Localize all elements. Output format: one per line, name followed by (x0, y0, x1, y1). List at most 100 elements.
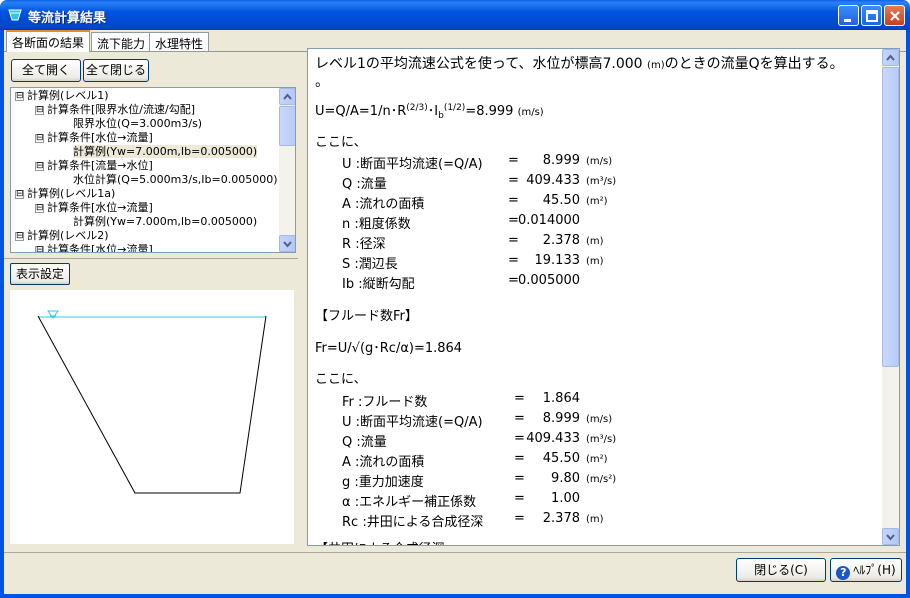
var-symbol: g (342, 475, 351, 490)
channel-section-outline (37, 315, 267, 494)
tree-item[interactable]: 水位計算(Q=5.000m3/s,Ib=0.005000) (73, 173, 278, 187)
var-value: 0.014000 (518, 213, 581, 228)
scroll-thumb[interactable] (279, 106, 295, 146)
collapse-icon[interactable]: ⊟ (15, 91, 24, 101)
scroll-down-button[interactable] (279, 235, 295, 252)
tree-item-label: 計算例(Yw=7.000m,Ib=0.005000) (73, 145, 258, 158)
collapse-icon[interactable]: ⊟ (15, 189, 24, 199)
var-value: 45.50 (542, 193, 580, 208)
tree-item[interactable]: ⊟ 計算条件[水位→流量] (35, 131, 153, 145)
tab-section-results[interactable]: 各断面の結果 (6, 30, 91, 52)
scroll-down-button[interactable] (882, 528, 899, 545)
variable-row: Ib :縦断勾配 (342, 273, 415, 292)
var-value: 0.005000 (518, 273, 581, 288)
tab-label: 水理特性 (155, 37, 204, 51)
collapse-icon[interactable]: ⊟ (35, 203, 44, 213)
var-value: 1.00 (551, 491, 580, 506)
variable-row: Q :流量 (342, 173, 387, 192)
froude-heading: 【フルード数Fr】 (315, 309, 418, 324)
close-button[interactable]: 閉じる(C) (736, 558, 826, 582)
tree-item-label: 計算条件[水位→流量] (47, 243, 153, 253)
chevron-up-icon (886, 54, 895, 61)
intro-text: レベル1の平均流速公式を使って、水位が標高7.000 (315, 56, 643, 72)
tree-item[interactable]: ⊟ 計算条件[水位→流量] (35, 243, 153, 253)
collapse-icon[interactable]: ⊟ (35, 245, 44, 252)
var-symbol: U (342, 415, 352, 430)
var-symbol: R (342, 237, 352, 252)
var-symbol: Q (342, 177, 353, 192)
tree-scrollbar[interactable] (279, 88, 295, 252)
var-symbol: A (342, 197, 351, 212)
intro-unit: (m) (647, 60, 665, 71)
tree-item-label: 計算例(レベル1) (27, 89, 109, 102)
help-icon: ? (836, 566, 851, 580)
collapse-all-label: 全て閉じる (85, 63, 146, 77)
tree-item[interactable]: ⊟ 計算条件[水位→流量] (35, 201, 153, 215)
tree-item[interactable]: ⊟ 計算条件[限界水位/流速/勾配] (35, 103, 195, 117)
report-scrollbar[interactable] (882, 49, 899, 545)
var-value: 2.378 (542, 511, 580, 526)
report-intro-continuation: 。 (315, 74, 329, 90)
help-button[interactable]: ? ﾍﾙﾌﾟ(H) (830, 558, 902, 582)
froude-formula: Fr=U/√(g･Rc/α)=1.864 (315, 341, 463, 356)
app-icon (8, 9, 22, 21)
formula-result: =8.999 (465, 104, 514, 119)
collapse-icon[interactable]: ⊟ (35, 133, 44, 143)
tree-item[interactable]: ⊟ 計算例(レベル1a) (15, 187, 115, 201)
collapse-icon[interactable]: ⊟ (15, 231, 24, 241)
calculation-report[interactable]: レベル1の平均流速公式を使って、水位が標高7.000 (m)のときの流量Qを算出… (307, 48, 900, 546)
variable-row: Q :流量 (342, 431, 387, 450)
minimize-button[interactable] (838, 5, 859, 26)
var-unit: (m) (586, 256, 604, 267)
tree-item-label: 計算条件[流量→水位] (47, 159, 153, 172)
section-view-panel: 表示設定 (4, 258, 298, 548)
window-client-area: 各断面の結果 流下能力 水理特性 全て開く 全て閉じる ⊟ 計算例(レベル1) ⊟… (4, 30, 906, 594)
var-value: 9.80 (551, 471, 580, 486)
variable-row: n :粗度係数 (342, 213, 411, 232)
tree-item-label: 計算例(Yw=7.000m,Ib=0.005000) (73, 215, 258, 228)
var-unit: (m) (586, 236, 604, 247)
collapse-icon[interactable]: ⊟ (35, 105, 44, 115)
collapse-all-button[interactable]: 全て閉じる (83, 59, 149, 82)
var-value: 8.999 (542, 153, 580, 168)
tree-item-selected[interactable]: 計算例(Yw=7.000m,Ib=0.005000) (73, 145, 258, 159)
collapse-icon[interactable]: ⊟ (35, 161, 44, 171)
var-desc: :井田による合成径深 (362, 515, 484, 530)
formula-unit: (m/s) (517, 107, 544, 118)
close-window-button[interactable] (884, 5, 905, 26)
var-desc: :潤辺長 (354, 257, 398, 272)
scroll-thumb[interactable] (882, 67, 899, 367)
chevron-up-icon (283, 93, 292, 100)
tree-item[interactable]: 計算例(Yw=7.000m,Ib=0.005000) (73, 215, 257, 229)
var-desc: :断面平均流速(=Q/A) (355, 157, 483, 172)
expand-all-button[interactable]: 全て開く (11, 59, 81, 82)
title-bar: 等流計算結果 (0, 0, 910, 30)
expand-all-label: 全て開く (21, 63, 70, 77)
var-symbol: Q (342, 435, 353, 450)
scroll-up-button[interactable] (882, 49, 899, 66)
var-desc: :エネルギー補正係数 (354, 495, 477, 510)
tree-item-label: 計算条件[限界水位/流速/勾配] (47, 103, 195, 116)
tree-item-label: 計算例(レベル2) (27, 229, 109, 242)
scroll-up-button[interactable] (279, 88, 295, 105)
tab-flow-capacity[interactable]: 流下能力 (91, 32, 152, 51)
var-value: 2.378 (542, 233, 580, 248)
variable-row: S :潤辺長 (342, 253, 398, 272)
display-settings-button[interactable]: 表示設定 (10, 263, 70, 285)
var-unit: (m) (586, 514, 604, 525)
tree-item[interactable]: ⊟ 計算例(レベル1) (15, 89, 109, 103)
case-tree[interactable]: ⊟ 計算例(レベル1) ⊟ 計算条件[限界水位/流速/勾配] 限界水位(Q=3.00… (10, 87, 296, 253)
report-cutoff-heading: 【井田による合成径深 (315, 538, 445, 545)
variable-row: g :重力加速度 (342, 471, 424, 490)
var-desc: :断面平均流速(=Q/A) (355, 415, 483, 430)
tree-item-label: 計算条件[水位→流量] (47, 131, 153, 144)
tab-hydraulic-characteristics[interactable]: 水理特性 (149, 32, 210, 51)
tree-item[interactable]: ⊟ 計算条件[流量→水位] (35, 159, 153, 173)
tree-item[interactable]: ⊟ 計算例(レベル2) (15, 229, 109, 243)
var-value: 19.133 (534, 253, 581, 268)
var-desc: :流量 (356, 435, 387, 450)
where-label: ここに、 (315, 372, 367, 387)
chevron-down-icon (283, 241, 292, 248)
tree-item[interactable]: 限界水位(Q=3.000m3/s) (73, 117, 202, 131)
maximize-button[interactable] (861, 5, 882, 26)
